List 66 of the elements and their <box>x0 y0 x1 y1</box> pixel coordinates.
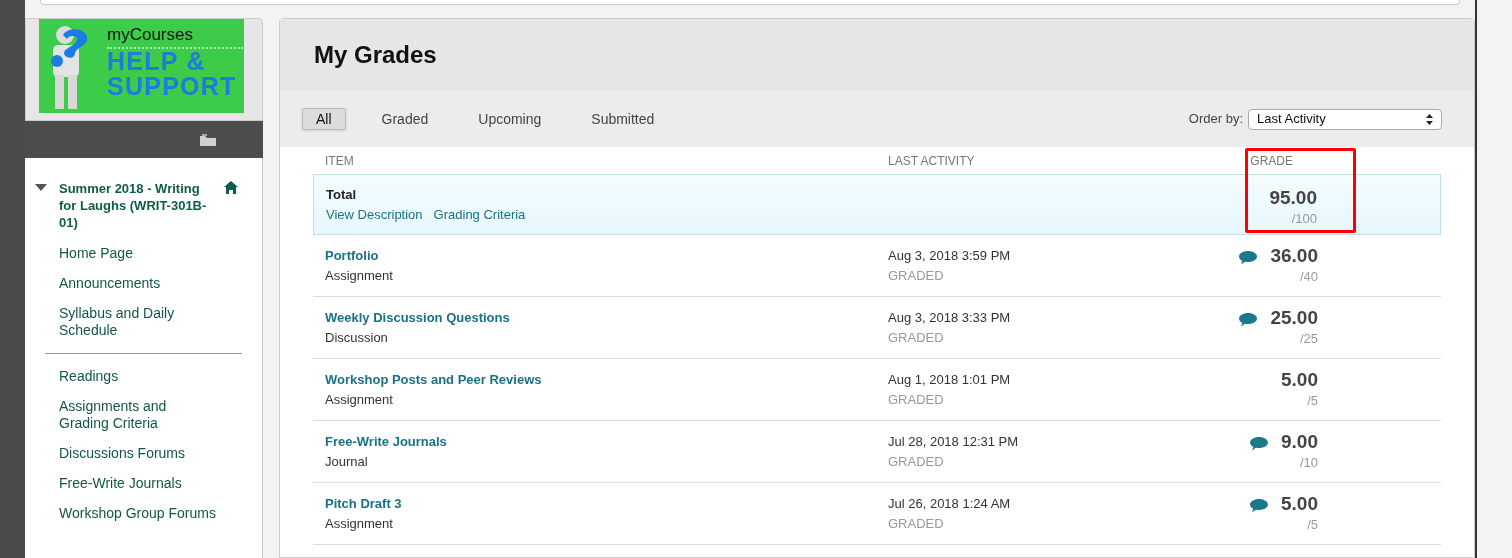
logo-help-text: HELP & <box>107 49 207 74</box>
grade-out-of: /40 <box>1299 267 1318 286</box>
order-by-value: Last Activity <box>1257 110 1326 129</box>
grade-value: 5.00 <box>1281 492 1318 515</box>
last-activity-date: Jul 26, 2018 1:24 AM <box>888 495 1012 513</box>
menu-item[interactable]: Workshop Group Forums <box>59 505 219 522</box>
comment-bubble-icon[interactable] <box>1250 436 1268 451</box>
grade-status: GRADED <box>888 328 945 347</box>
home-icon[interactable] <box>224 181 238 194</box>
grade-out-of: /25 <box>1299 329 1318 348</box>
order-by-select[interactable]: Last Activity <box>1248 108 1442 130</box>
grade-out-of: /5 <box>1307 515 1318 534</box>
course-title-link[interactable]: Summer 2018 - Writing for Laughs (WRIT-301B-01) <box>59 180 214 231</box>
item-type: Journal <box>325 452 369 471</box>
menu-item[interactable]: Syllabus and Daily Schedule <box>59 305 219 339</box>
grade-value: 9.00 <box>1281 430 1318 453</box>
updown-caret-icon <box>1426 113 1433 125</box>
grade-value: 5.00 <box>1281 368 1318 391</box>
last-activity-date: Aug 3, 2018 3:59 PM <box>888 247 1012 265</box>
menu-item[interactable]: Assignments and Grading Criteria <box>59 398 219 432</box>
filter-tab[interactable]: Graded <box>367 108 443 130</box>
grade-out-of: /5 <box>1307 391 1318 410</box>
last-activity-date: Jul 28, 2018 12:31 PM <box>888 433 1020 451</box>
description-link[interactable]: Grading Criteria <box>433 204 526 224</box>
grade-status: GRADED <box>888 266 945 285</box>
item-link[interactable]: Pitch Draft 3 <box>325 494 888 514</box>
filter-tab[interactable]: Upcoming <box>464 108 556 130</box>
grade-value: 36.00 <box>1270 244 1318 267</box>
item-type: Assignment <box>325 514 394 533</box>
total-title: Total <box>326 186 358 204</box>
comment-bubble-icon[interactable] <box>1250 498 1268 513</box>
menu-item[interactable]: Announcements <box>59 275 219 292</box>
menu-item[interactable]: Readings <box>59 368 219 385</box>
column-header: GRADE <box>1250 152 1293 170</box>
grade-status: GRADED <box>888 390 945 409</box>
grade-value: 25.00 <box>1270 306 1318 329</box>
item-link[interactable]: Free-Write Journals <box>325 432 888 452</box>
grade-status: GRADED <box>888 514 945 533</box>
item-link[interactable]: Workshop Posts and Peer Reviews <box>325 370 888 390</box>
logo-title: myCourses <box>107 25 243 49</box>
item-link[interactable]: Portfolio <box>325 246 888 266</box>
grade-status: GRADED <box>888 452 945 471</box>
expand-triangle-icon[interactable] <box>35 184 47 192</box>
order-by-label: Order by: <box>1188 110 1243 129</box>
last-activity-date: Aug 1, 2018 1:01 PM <box>888 371 1012 389</box>
item-type: Assignment <box>325 390 394 409</box>
grade-value: 95.00 <box>1269 186 1317 209</box>
logo-support-text: SUPPORT <box>107 74 238 99</box>
menu-item[interactable]: Free-Write Journals <box>59 475 219 492</box>
menu-item[interactable]: Discussions Forums <box>59 445 219 462</box>
folder-icon[interactable] <box>199 132 217 147</box>
item-type: Discussion <box>325 328 389 347</box>
filter-tab[interactable]: All <box>302 108 346 130</box>
comment-bubble-icon[interactable] <box>1239 312 1258 327</box>
item-type: Assignment <box>325 266 394 285</box>
grade-out-of: /10 <box>1299 453 1318 472</box>
page-title: My Grades <box>314 40 437 70</box>
column-header: ITEM <box>325 152 355 170</box>
item-link[interactable]: Weekly Discussion Questions <box>325 308 888 328</box>
last-activity-date: Aug 3, 2018 3:33 PM <box>888 309 1012 327</box>
filter-tab[interactable]: Submitted <box>577 108 669 130</box>
menu-item[interactable]: Home Page <box>59 245 219 262</box>
grade-out-of: /100 <box>1291 209 1317 228</box>
description-link[interactable]: View Description <box>326 204 423 224</box>
comment-bubble-icon[interactable] <box>1239 250 1258 265</box>
column-header: LAST ACTIVITY <box>888 152 976 170</box>
